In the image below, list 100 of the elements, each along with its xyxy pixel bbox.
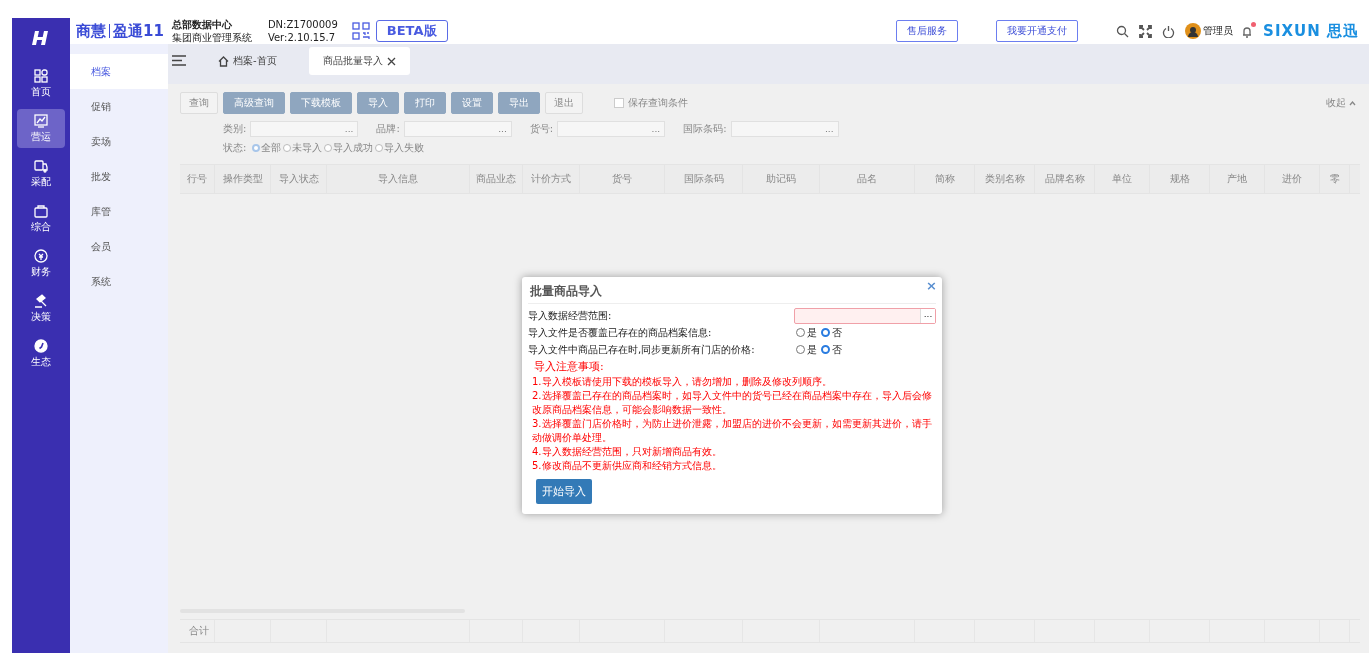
checkbox-label: 保存查询条件 [628,96,688,110]
org-name: 总部数据中心 [171,18,233,31]
start-import-button[interactable]: 开始导入 [536,479,592,504]
close-button[interactable]: × [926,279,937,292]
column-header: 品牌名称 [1035,165,1095,193]
column-header: 产地 [1210,165,1265,193]
radio-label: 是 [807,325,817,340]
column-header: 计价方式 [523,165,580,193]
radio-button[interactable] [796,328,805,337]
chart-icon [33,113,49,129]
notes-title: 导入注意事项: [533,360,605,374]
nav-item[interactable]: 首页 [17,64,65,103]
note-text: 5.修改商品不更新供应商和经销方式信息。 [532,459,723,473]
close-icon [386,56,396,66]
filter-field[interactable]: ... [557,121,666,137]
gavel-icon [33,293,49,309]
column-header: 规格 [1150,165,1210,193]
radio-label: 导入失败 [384,141,425,155]
menu-item[interactable]: 卖场 [70,124,168,159]
qr-code-icon [351,22,370,40]
radio-label: 否 [832,325,842,340]
beta-badge: BETA版 [375,20,448,42]
field-label: 导入文件是否覆盖已存在的商品档案信息: [528,325,713,340]
filter-field[interactable]: ... [250,121,359,137]
radio-button[interactable] [796,345,805,354]
radio-button[interactable] [283,144,292,152]
menu-item[interactable]: 库管 [70,194,168,229]
power-icon[interactable] [1162,24,1176,38]
note-text: 3.选择覆盖门店价格时，为防止进价泄露，加盟店的进价不会更新，如需更新其进价，请手动做调价单处理。 [532,417,933,445]
menu-item[interactable]: 促销 [70,89,168,124]
radio-label: 否 [832,342,842,357]
tab[interactable]: 商品批量导入 [308,47,410,75]
filter-label: 国际条码: [683,122,727,136]
menu-item[interactable]: 会员 [70,229,168,264]
version-number: Ver:2.10.15.7 [267,31,337,44]
radio-button[interactable] [821,345,830,354]
fullscreen-icon[interactable] [1139,24,1153,38]
column-header: 导入信息 [327,165,470,193]
footer-cell: 合计 [180,620,215,642]
radio-label: 导入成功 [333,141,374,155]
field-label: 导入文件中商品已存在时,同步更新所有门店的价格: [528,342,756,357]
radio-label: 未导入 [292,141,323,155]
column-header: 国际条码 [665,165,743,193]
bag-icon [33,203,49,219]
note-text: 1.导入模板请使用下载的模板导入，请勿增加，删除及修改列顺序。 [532,375,833,389]
column-header: 货号 [580,165,665,193]
radio-button[interactable] [375,144,384,152]
radio-label: 是 [807,342,817,357]
menu-item[interactable]: 系统 [70,264,168,299]
note-text: 4.导入数据经营范围，只对新增商品有效。 [532,445,723,459]
bell-icon[interactable] [1241,24,1254,38]
note-text: 2.选择覆盖已存在的商品档案时，如导入文件中的货号已经在商品档案中存在，导入后会修改原商品档案信息，可能会影响数据一致性。 [532,389,933,417]
column-header: 行号 [180,165,215,193]
status-label: 状态: [223,141,247,155]
column-header: 单位 [1095,165,1150,193]
header-button[interactable]: 售后服务 [896,20,959,42]
filter-label: 品牌: [376,122,400,136]
system-name: 集团商业管理系统 [171,31,252,44]
dn-number: DN:Z1700009 [267,18,338,31]
search-icon[interactable] [1116,24,1130,38]
logo-icon [31,29,51,47]
column-header: 品名 [820,165,915,193]
column-header: 简称 [915,165,975,193]
home-icon [218,55,229,67]
picker-button[interactable]: ... [920,308,935,323]
column-header: 导入状态 [271,165,327,193]
nav-item[interactable]: 营运 [17,109,65,148]
caret-icon [1349,101,1356,106]
column-header: 进价 [1265,165,1320,193]
truck-icon [33,158,49,174]
menu-icon[interactable] [172,54,186,66]
nav-item[interactable]: 财务 [17,244,65,283]
filter-label: 货号: [529,122,554,136]
column-header: 商品业态 [470,165,523,193]
menu-item[interactable]: 批发 [70,159,168,194]
grid-icon [33,68,49,84]
checkbox[interactable] [614,98,624,108]
nav-item[interactable]: 综合 [17,199,65,238]
product-name: 商慧 盈通11 [76,21,164,41]
compass-icon [33,338,49,354]
scope-field[interactable]: ... [794,307,936,324]
column-header: 助记码 [743,165,820,193]
avatar-icon[interactable] [1185,23,1202,39]
tab[interactable]: 档案-首页 [206,47,289,75]
nav-item[interactable]: 决策 [17,289,65,328]
filter-field[interactable]: ... [730,121,839,137]
radio-button[interactable] [324,144,333,152]
radio-button[interactable] [821,328,830,337]
field-label: 导入数据经营范围: [528,308,613,323]
header-button[interactable]: 我要开通支付 [996,20,1079,42]
nav-item[interactable]: 生态 [17,334,65,373]
user-name[interactable]: 管理员 [1203,24,1234,38]
nav-item[interactable]: 采配 [17,154,65,193]
column-header: 类别名称 [975,165,1035,193]
menu-item[interactable]: 档案 [70,54,168,89]
radio-button[interactable] [252,144,261,152]
filter-label: 类别: [223,122,247,136]
radio-label: 全部 [261,141,282,155]
column-header: 操作类型 [215,165,271,193]
filter-field[interactable]: ... [403,121,512,137]
